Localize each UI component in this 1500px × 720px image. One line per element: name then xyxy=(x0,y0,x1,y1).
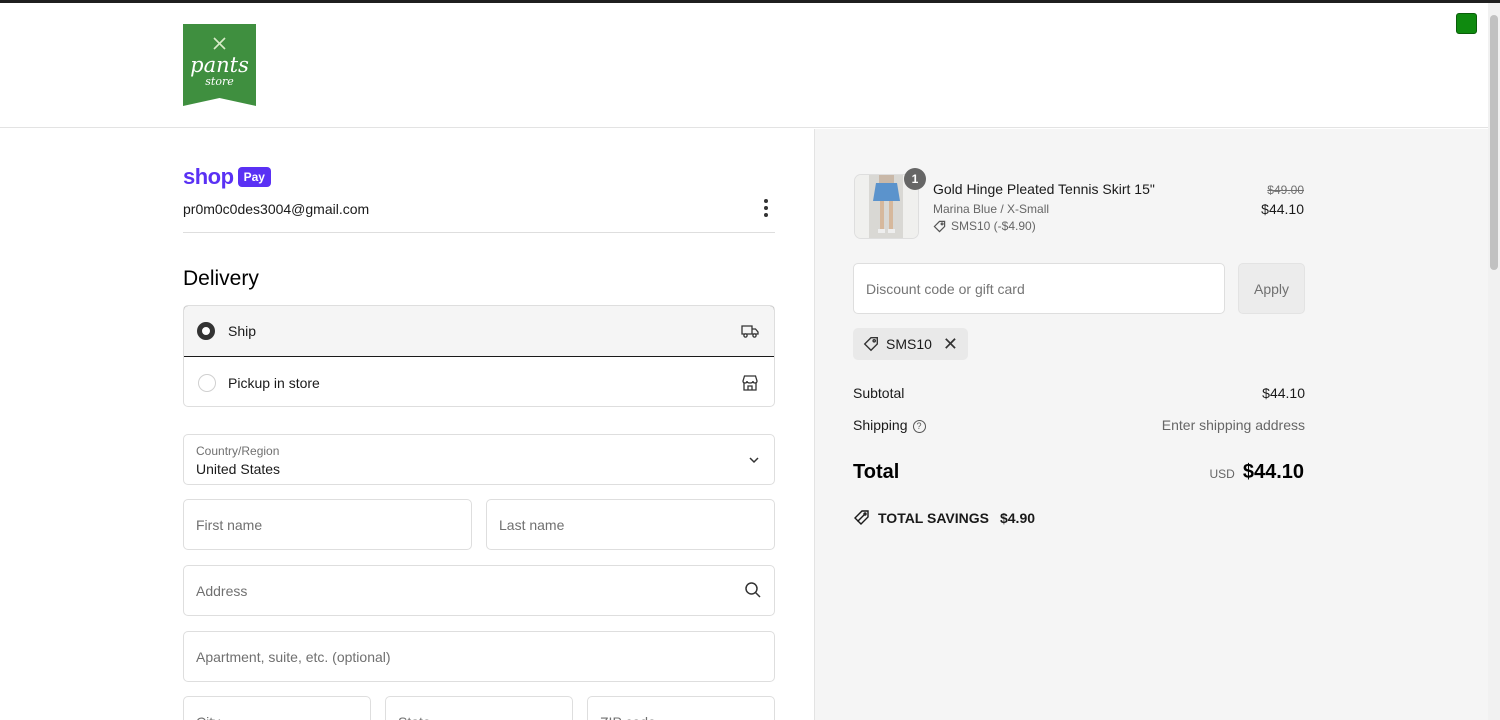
product-name: Gold Hinge Pleated Tennis Skirt 15" xyxy=(933,181,1155,197)
country-value: United States xyxy=(196,461,281,477)
shop-pay-logo: shop Pay xyxy=(183,164,271,190)
country-select[interactable]: Country/Region United States xyxy=(183,434,775,485)
shipping-label: Shipping xyxy=(853,417,908,433)
savings-tag-icon xyxy=(854,510,869,525)
shop-pay-badge: Pay xyxy=(237,167,271,187)
tag-icon xyxy=(933,220,946,232)
delivery-option-pickup[interactable]: Pickup in store xyxy=(184,357,774,406)
total-label: Total xyxy=(853,461,900,483)
browser-extension-icon[interactable] xyxy=(1456,13,1477,34)
discounted-price: $44.10 xyxy=(1261,201,1304,217)
logo-subtext: store xyxy=(205,75,234,88)
address-input[interactable] xyxy=(184,566,774,615)
state-field[interactable] xyxy=(385,696,573,720)
savings-value: $4.90 xyxy=(999,510,1036,526)
product-variant: Marina Blue / X-Small xyxy=(933,202,1050,216)
apartment-field[interactable] xyxy=(183,631,775,682)
account-email: pr0m0c0des3004@gmail.com xyxy=(183,201,370,217)
search-icon xyxy=(745,582,761,598)
shop-pay-word: shop xyxy=(183,164,234,189)
chevron-down-icon xyxy=(749,457,759,464)
scrollbar-thumb[interactable] xyxy=(1490,15,1498,270)
first-name-field[interactable] xyxy=(183,499,472,550)
zip-field[interactable] xyxy=(587,696,775,720)
store-logo[interactable]: pants store xyxy=(183,24,256,106)
shipping-value: Enter shipping address xyxy=(1161,417,1305,433)
last-name-field[interactable] xyxy=(486,499,775,550)
subtotal-value: $44.10 xyxy=(1262,385,1305,401)
tag-icon xyxy=(863,337,878,352)
discount-code-input[interactable] xyxy=(854,264,1224,313)
page-scrollbar[interactable] xyxy=(1488,3,1500,720)
store-icon xyxy=(742,374,758,391)
pickup-radio[interactable] xyxy=(198,373,216,392)
order-summary: 1 Gold Hinge Pleated Tennis Skirt 15" Ma… xyxy=(814,129,1488,720)
apartment-input[interactable] xyxy=(184,632,774,681)
remove-discount-icon[interactable]: ✕ xyxy=(943,335,958,353)
logo-text: pants xyxy=(190,53,249,77)
delivery-heading: Delivery xyxy=(183,267,259,290)
quantity-badge: 1 xyxy=(904,168,926,190)
applied-discount-code: SMS10 xyxy=(886,336,932,352)
applied-discount-chip: SMS10 ✕ xyxy=(853,328,969,360)
account-menu-button[interactable] xyxy=(756,197,776,219)
ship-radio[interactable] xyxy=(197,322,215,340)
product-discount-text: SMS10 (-$4.90) xyxy=(951,219,1036,233)
product-discount: SMS10 (-$4.90) xyxy=(933,219,1036,233)
zip-input[interactable] xyxy=(588,697,774,720)
city-input[interactable] xyxy=(184,697,370,720)
truck-icon xyxy=(741,325,759,338)
last-name-input[interactable] xyxy=(487,500,774,549)
address-field[interactable] xyxy=(183,565,775,616)
original-price: $49.00 xyxy=(1267,183,1304,197)
subtotal-row: Subtotal $44.10 xyxy=(853,385,1305,401)
state-input[interactable] xyxy=(386,697,572,720)
delivery-options: Ship Pickup in store xyxy=(183,305,775,407)
country-label: Country/Region xyxy=(196,444,280,458)
first-name-input[interactable] xyxy=(184,500,471,549)
divider xyxy=(183,232,775,233)
discount-code-field[interactable] xyxy=(853,263,1225,314)
savings-label: TOTAL SAVINGS xyxy=(878,510,989,526)
page-header: pants store xyxy=(0,3,1488,128)
shipping-row: Shipping? Enter shipping address xyxy=(853,417,1305,433)
total-value: $44.10 xyxy=(1242,461,1304,483)
checkout-main: shop Pay pr0m0c0des3004@gmail.com Delive… xyxy=(0,129,814,720)
total-amount: USD $44.10 xyxy=(1209,461,1304,484)
total-savings: TOTAL SAVINGS $4.90 xyxy=(853,509,1035,527)
apply-discount-button[interactable]: Apply xyxy=(1238,263,1305,314)
subtotal-label: Subtotal xyxy=(853,385,905,401)
delivery-option-ship[interactable]: Ship xyxy=(184,306,774,357)
question-icon[interactable]: ? xyxy=(912,420,926,433)
total-currency: USD xyxy=(1209,467,1235,481)
pickup-label: Pickup in store xyxy=(228,374,320,391)
city-field[interactable] xyxy=(183,696,371,720)
ship-label: Ship xyxy=(228,323,257,339)
